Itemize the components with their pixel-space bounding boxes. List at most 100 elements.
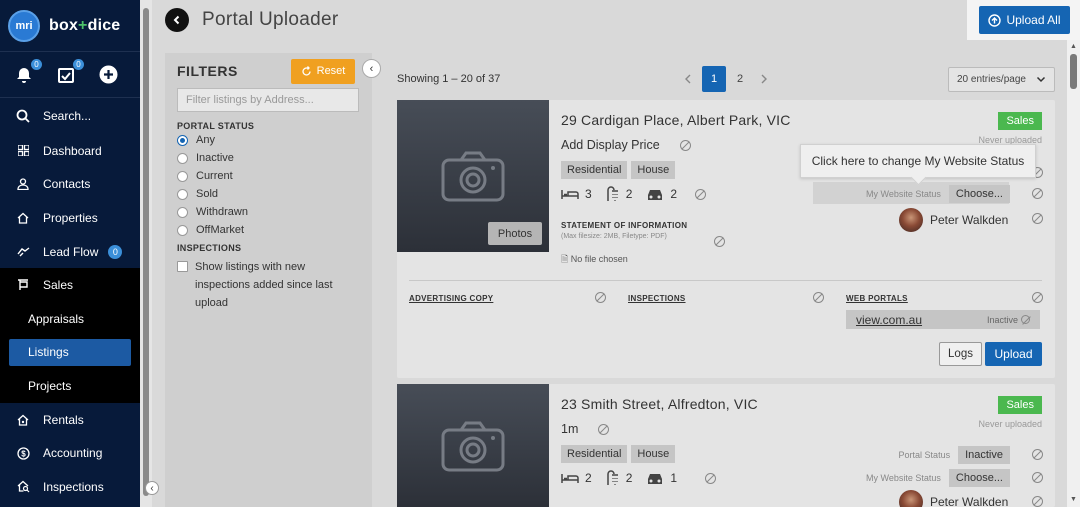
main-nav: Search... Dashboard Contacts Properties … xyxy=(0,98,140,504)
svg-text:$: $ xyxy=(21,449,26,458)
photos-button[interactable]: Photos xyxy=(488,222,542,245)
top-bar: Portal Uploader Upload All xyxy=(152,0,1080,40)
status-radio-withdrawn[interactable]: Withdrawn xyxy=(177,203,360,221)
new-inspections-checkbox[interactable] xyxy=(177,261,188,272)
listing-price[interactable]: 1m xyxy=(561,422,578,436)
house-search-icon xyxy=(16,480,30,494)
filters-panel: FILTERS Reset Filter listings by Address… xyxy=(165,53,372,507)
website-status-select[interactable]: Choose... xyxy=(948,184,1010,203)
nav-contacts[interactable]: Contacts xyxy=(0,168,140,202)
radio-button[interactable] xyxy=(177,188,188,200)
portal-site-link[interactable]: view.com.au xyxy=(856,313,922,327)
sidebar-scroll-thumb[interactable] xyxy=(143,8,149,496)
refresh-icon xyxy=(302,65,311,76)
collapse-filters-button[interactable]: ‹ xyxy=(362,59,381,78)
nav-listings[interactable]: Listings xyxy=(0,335,140,370)
nav-rentals[interactable]: Rentals xyxy=(0,403,140,437)
sign-icon xyxy=(16,278,30,292)
advertising-copy-link[interactable]: ADVERTISING COPY xyxy=(409,294,493,303)
person-icon xyxy=(16,177,30,191)
status-radio-any[interactable]: Any xyxy=(177,131,360,149)
entries-per-page-select[interactable]: 20 entries/page xyxy=(948,67,1055,92)
back-button[interactable] xyxy=(165,8,189,32)
logs-button[interactable]: Logs xyxy=(939,342,982,366)
cars-feature: 1 xyxy=(646,471,677,485)
radio-button[interactable] xyxy=(177,134,188,146)
prev-page-button[interactable] xyxy=(676,66,700,92)
upload-button[interactable]: Upload xyxy=(985,342,1042,366)
page-2-button[interactable]: 2 xyxy=(728,66,752,92)
car-icon xyxy=(648,190,663,200)
nav-properties[interactable]: Properties xyxy=(0,201,140,235)
not-allowed-icon xyxy=(1032,292,1043,303)
not-allowed-icon xyxy=(1032,213,1043,224)
house-key-icon xyxy=(16,413,30,427)
status-radio-offmarket[interactable]: OffMarket xyxy=(177,221,360,239)
listing-agent: Peter Walkden xyxy=(899,490,1008,507)
nav-inspections[interactable]: Inspections xyxy=(0,470,140,504)
main-scroll-thumb[interactable] xyxy=(1070,54,1077,89)
soi-title: STATEMENT OF INFORMATION xyxy=(561,221,688,230)
upload-all-button[interactable]: Upload All xyxy=(979,6,1070,34)
portal-row-view[interactable]: view.com.au Inactive xyxy=(846,310,1040,329)
listing-card: 23 Smith Street, Alfredton, VIC 1m Resid… xyxy=(397,384,1055,507)
tasks-button[interactable]: 0 xyxy=(56,58,84,85)
radio-button[interactable] xyxy=(177,152,188,164)
chevron-right-icon xyxy=(761,74,767,84)
not-allowed-icon xyxy=(1032,472,1043,483)
page-title: Portal Uploader xyxy=(202,9,339,30)
nav-appraisals[interactable]: Appraisals xyxy=(0,301,140,336)
reset-button[interactable]: Reset xyxy=(291,58,355,84)
page-1-button[interactable]: 1 xyxy=(702,66,726,92)
inspections-link[interactable]: INSPECTIONS xyxy=(628,294,686,303)
radio-button[interactable] xyxy=(177,206,188,218)
website-status-select[interactable]: Choose... xyxy=(948,468,1010,487)
tag-residential: Residential xyxy=(561,161,628,179)
listing-photo xyxy=(397,384,549,507)
website-status-label: My Website Status xyxy=(866,188,941,199)
notifications-button[interactable]: 0 xyxy=(14,58,42,85)
add-button[interactable] xyxy=(98,65,118,85)
checklist-icon xyxy=(58,67,74,83)
soi-file-input[interactable]: 🗎 No file chosen xyxy=(561,252,628,268)
nav-lead-flow[interactable]: Lead Flow 0 xyxy=(0,235,140,269)
nav-search[interactable]: Search... xyxy=(0,98,140,134)
web-portals-link[interactable]: WEB PORTALS xyxy=(846,294,908,303)
active-listings-pill: Listings xyxy=(9,338,131,366)
next-page-button[interactable] xyxy=(752,66,776,92)
not-allowed-icon xyxy=(1021,315,1030,324)
listing-card: Photos 29 Cardigan Place, Albert Park, V… xyxy=(397,100,1055,378)
portal-status-row: Portal Status Inactive My Website Status… xyxy=(813,443,1043,489)
portal-status-value[interactable]: Inactive xyxy=(958,445,1010,464)
nav-sales[interactable]: Sales xyxy=(0,268,140,302)
new-inspections-checkbox-row[interactable]: Show listings with new inspections added… xyxy=(177,258,360,312)
listing-photo: Photos xyxy=(397,100,549,252)
sidebar-scrollbar[interactable] xyxy=(140,0,152,507)
brand[interactable]: mri box+dice xyxy=(0,0,140,52)
scroll-down-icon[interactable]: ▼ xyxy=(1070,496,1077,503)
nav-projects[interactable]: Projects xyxy=(0,369,140,403)
not-allowed-icon xyxy=(1032,449,1043,460)
quick-actions: 0 0 xyxy=(0,52,140,98)
status-radio-inactive[interactable]: Inactive xyxy=(177,149,360,167)
listing-price[interactable]: Add Display Price xyxy=(561,138,660,152)
radio-button[interactable] xyxy=(177,170,188,182)
main-scrollbar[interactable]: ▲ ▼ xyxy=(1067,40,1080,507)
collapse-sidebar-button[interactable]: ‹ xyxy=(145,481,159,495)
soi-subtitle: (Max filesize: 2MB, Filetype: PDF) xyxy=(561,233,667,240)
file-icon: 🗎 xyxy=(561,254,569,264)
status-radio-sold[interactable]: Sold xyxy=(177,185,360,203)
dollar-icon: $ xyxy=(16,446,30,460)
address-filter-input[interactable]: Filter listings by Address... xyxy=(177,88,359,112)
not-allowed-icon xyxy=(1032,496,1043,507)
website-status-label: My Website Status xyxy=(866,472,941,483)
house-icon xyxy=(16,211,30,225)
not-allowed-icon xyxy=(695,188,707,200)
not-allowed-icon xyxy=(1032,188,1043,199)
radio-button[interactable] xyxy=(177,224,188,236)
nav-dashboard[interactable]: Dashboard xyxy=(0,134,140,168)
listing-features: 2 2 1 xyxy=(561,470,717,486)
nav-accounting[interactable]: $ Accounting xyxy=(0,436,140,470)
status-radio-current[interactable]: Current xyxy=(177,167,360,185)
scroll-up-icon[interactable]: ▲ xyxy=(1070,43,1077,50)
